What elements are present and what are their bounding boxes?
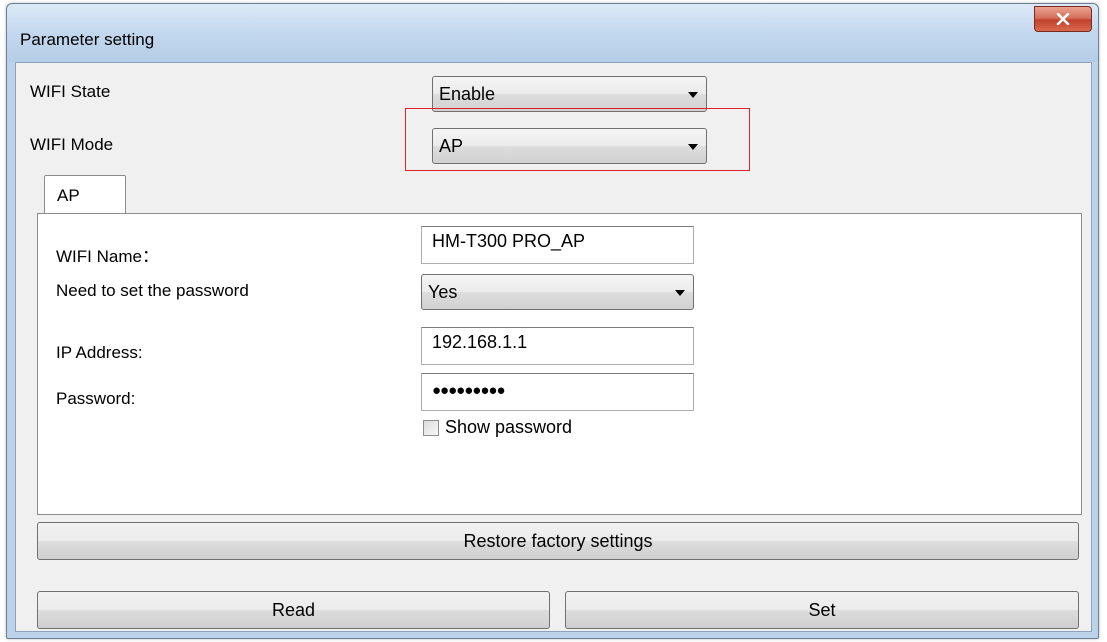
parameter-setting-window: Parameter setting WIFI State Enable WIFI… xyxy=(6,3,1099,639)
wifi-state-label: WIFI State xyxy=(30,82,111,101)
password-input[interactable]: ●●●●●●●●● xyxy=(421,373,694,411)
wifi-name-value: HM-T300 PRO_AP xyxy=(432,231,586,251)
show-password-checkbox[interactable] xyxy=(423,420,439,436)
show-password-label[interactable]: Show password xyxy=(445,417,572,438)
ip-address-value: 192.168.1.1 xyxy=(432,332,528,352)
ip-address-label: IP Address: xyxy=(56,343,143,362)
read-button[interactable]: Read xyxy=(37,591,550,629)
password-value: ●●●●●●●●● xyxy=(432,382,506,399)
need-password-value: Yes xyxy=(428,282,458,302)
wifi-name-input[interactable]: HM-T300 PRO_AP xyxy=(421,226,694,264)
title-bar[interactable]: Parameter setting xyxy=(7,4,1098,62)
need-password-label: Need to set the password xyxy=(56,281,249,300)
wifi-state-dropdown[interactable]: Enable xyxy=(432,76,707,112)
wifi-mode-highlight-box xyxy=(405,108,750,171)
tab-ap[interactable]: AP xyxy=(44,175,126,215)
wifi-name-label: WIFI Name： xyxy=(56,247,159,266)
chevron-down-icon xyxy=(675,290,685,296)
wifi-state-value: Enable xyxy=(439,84,496,104)
chevron-down-icon xyxy=(688,92,698,98)
tab-ap-label: AP xyxy=(57,186,80,205)
wifi-mode-label: WIFI Mode xyxy=(30,135,114,154)
ap-tab-panel: WIFI Name： HM-T300 PRO_AP Need to set th… xyxy=(37,213,1082,515)
ip-address-input[interactable]: 192.168.1.1 xyxy=(421,327,694,365)
restore-factory-settings-button[interactable]: Restore factory settings xyxy=(37,522,1079,560)
close-icon xyxy=(1056,13,1070,25)
password-label: Password: xyxy=(56,389,136,408)
need-password-dropdown[interactable]: Yes xyxy=(421,274,694,310)
set-button[interactable]: Set xyxy=(565,591,1079,629)
window-title: Parameter setting xyxy=(20,30,155,49)
close-button[interactable] xyxy=(1034,6,1092,32)
dialog-client-area: WIFI State Enable WIFI Mode AP AP WIFI N… xyxy=(15,62,1092,632)
